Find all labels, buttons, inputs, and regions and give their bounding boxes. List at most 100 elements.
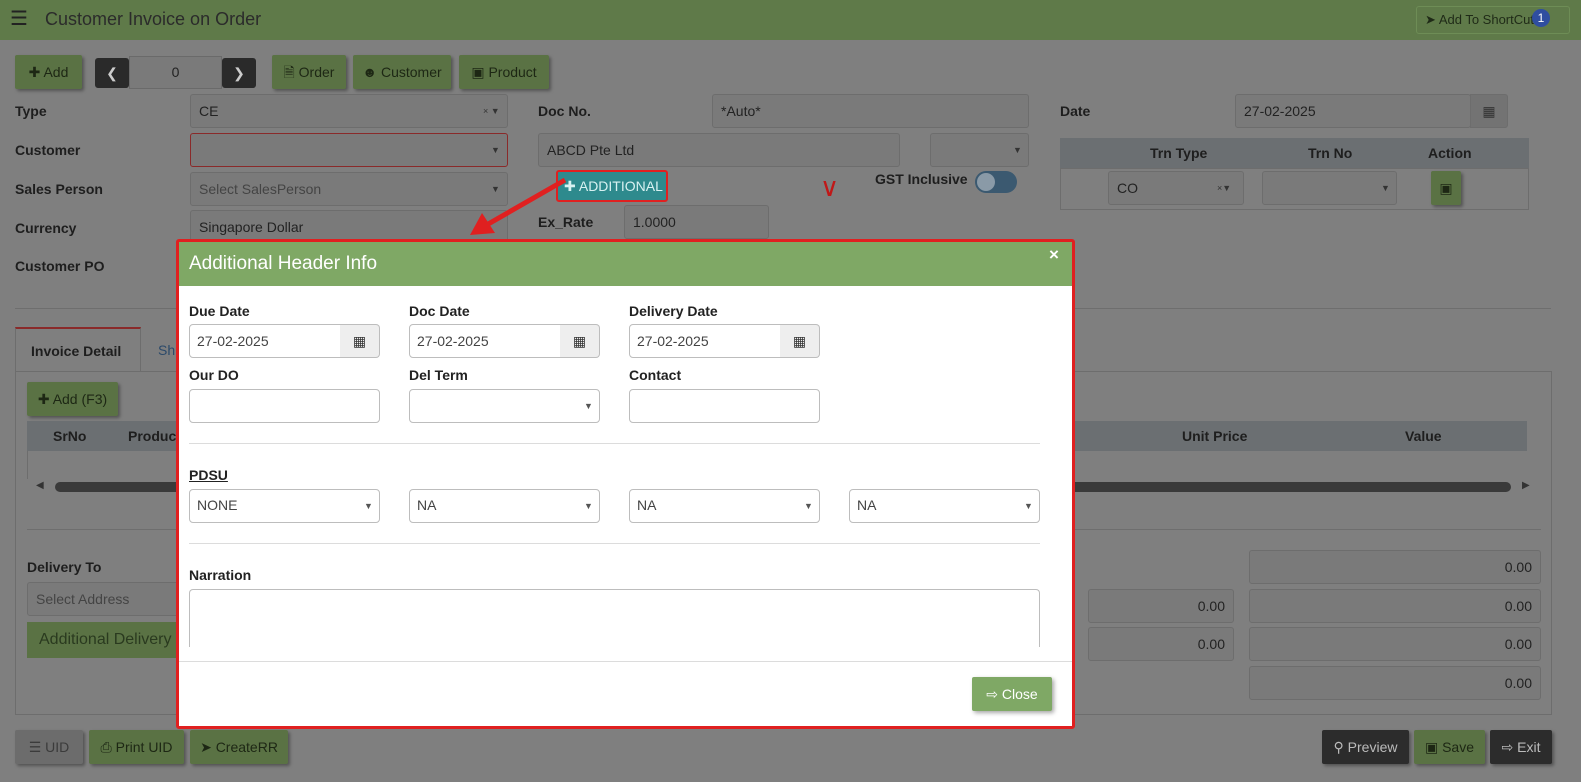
create-rr-button[interactable]: ➤ CreateRR	[190, 730, 288, 764]
add-button[interactable]: ✚ Add	[15, 55, 82, 89]
calendar-icon[interactable]: ▦	[560, 324, 600, 358]
del-term-label: Del Term	[409, 367, 468, 383]
tab-second[interactable]: Sh	[158, 342, 175, 358]
customer-extra-select[interactable]: ▼	[930, 133, 1029, 167]
pdsu-select-2[interactable]: NA ▼	[409, 489, 600, 523]
divider	[189, 443, 1040, 444]
customer-name-input[interactable]: ABCD Pte Ltd	[538, 133, 900, 167]
pdsu-label: PDSU	[189, 467, 228, 483]
product-label: Product	[488, 64, 537, 80]
pdsu-select-1[interactable]: NONE ▼	[189, 489, 380, 523]
col-unit-price: Unit Price	[1182, 428, 1248, 444]
modal-title: Additional Header Info	[189, 253, 378, 274]
trn-no-select[interactable]: ▼	[1262, 171, 1397, 205]
due-date-input[interactable]: 27-02-2025	[189, 324, 341, 358]
date-input[interactable]: 27-02-2025	[1235, 94, 1471, 128]
contact-input[interactable]	[629, 389, 820, 423]
total-field: 0.00	[1249, 666, 1541, 700]
chevron-down-icon: ▼	[584, 501, 593, 511]
order-label: Order	[298, 64, 335, 80]
delivery-date-label: Delivery Date	[629, 303, 718, 319]
calendar-icon[interactable]: ▦	[340, 324, 380, 358]
prev-record-button[interactable]: ❮	[95, 58, 129, 88]
docno-input[interactable]: *Auto*	[712, 94, 1029, 128]
divider	[189, 543, 1040, 544]
sales-person-select[interactable]: Select SalesPerson ▼	[190, 172, 508, 206]
docno-label: Doc No.	[538, 103, 591, 119]
del-term-select[interactable]: ▼	[409, 389, 600, 423]
chevron-right-icon: ❯	[233, 65, 245, 81]
uid-label: UID	[45, 739, 70, 755]
sales-person-placeholder: Select SalesPerson	[199, 181, 322, 197]
additional-header-modal: Additional Header Info × Due Date 27-02-…	[176, 239, 1075, 729]
uid-button[interactable]: ☰ UID	[15, 730, 83, 764]
type-select[interactable]: CE × ▼	[190, 94, 508, 128]
our-do-input[interactable]	[189, 389, 380, 423]
add-f3-label: Add (F3)	[52, 391, 108, 407]
pdsu-value: NA	[417, 497, 437, 513]
shortcut-count-badge: 1	[1532, 9, 1550, 27]
col-value: Value	[1405, 428, 1442, 444]
print-icon: ⎙	[100, 739, 112, 755]
gst-toggle[interactable]	[975, 171, 1017, 193]
doc-date-input[interactable]: 27-02-2025	[409, 324, 561, 358]
col-product: Produc	[128, 428, 177, 444]
calendar-icon[interactable]: ▦	[1470, 94, 1508, 128]
list-icon: ☰	[28, 739, 42, 755]
chevron-down-icon: ▼	[584, 401, 593, 411]
additional-delivery-button[interactable]: Additional Delivery I	[27, 622, 179, 658]
calendar-icon[interactable]: ▦	[780, 324, 820, 358]
total-field: 0.00	[1249, 589, 1541, 623]
trn-type-select[interactable]: CO ×▼	[1108, 171, 1244, 205]
select-address[interactable]: Select Address	[27, 582, 179, 616]
close-icon[interactable]: ×	[1049, 245, 1059, 265]
page-title: Customer Invoice on Order	[45, 9, 262, 29]
chevron-down-icon: ▼	[1024, 501, 1033, 511]
customer-select[interactable]: ▼	[190, 133, 508, 167]
pdsu-value: NA	[857, 497, 877, 513]
our-do-label: Our DO	[189, 367, 239, 383]
next-record-button[interactable]: ❯	[222, 58, 256, 88]
doc-date-label: Doc Date	[409, 303, 470, 319]
narration-label: Narration	[189, 567, 252, 583]
customer-label: Customer	[15, 142, 81, 158]
gift-icon: ▣	[471, 64, 485, 80]
print-uid-button[interactable]: ⎙ Print UID	[89, 730, 184, 764]
add-f3-button[interactable]: ✚ Add (F3)	[27, 382, 118, 416]
chevron-left-icon: ❮	[106, 65, 118, 81]
action-header: Action	[1428, 145, 1472, 161]
close-button[interactable]: ⇨ Close	[972, 677, 1052, 711]
pdsu-select-3[interactable]: NA ▼	[629, 489, 820, 523]
table-border	[27, 451, 28, 479]
print-uid-label: Print UID	[115, 739, 173, 755]
exit-icon: ⇨	[1501, 739, 1514, 755]
exit-button[interactable]: ⇨ Exit	[1490, 730, 1552, 764]
product-button[interactable]: ▣ Product	[459, 55, 549, 89]
hamburger-menu-icon[interactable]: ☰	[10, 9, 30, 30]
send-icon: ➤	[200, 739, 212, 755]
exrate-input[interactable]: 1.0000	[624, 205, 769, 239]
pdsu-value: NONE	[197, 497, 238, 513]
chevron-down-icon: ▼	[491, 145, 500, 155]
tab-invoice-detail[interactable]: Invoice Detail	[15, 327, 141, 371]
total-field: 0.00	[1249, 627, 1541, 661]
search-icon: ⚲	[1333, 739, 1344, 755]
customer-button[interactable]: ☻ Customer	[353, 55, 451, 89]
order-button[interactable]: 🗎 Order	[272, 55, 346, 89]
scroll-left-icon[interactable]: ◀	[36, 480, 44, 491]
col-srno: SrNo	[53, 428, 87, 444]
sales-person-label: Sales Person	[15, 181, 103, 197]
currency-label: Currency	[15, 220, 77, 236]
preview-button[interactable]: ⚲ Preview	[1322, 730, 1409, 764]
save-button[interactable]: ▣ Save	[1414, 730, 1485, 764]
pdsu-select-4[interactable]: NA ▼	[849, 489, 1040, 523]
scroll-right-icon[interactable]: ▶	[1522, 480, 1530, 491]
narration-textarea[interactable]	[189, 589, 1040, 647]
delivery-date-input[interactable]: 27-02-2025	[629, 324, 781, 358]
save-label: Save	[1442, 739, 1475, 755]
save-row-button[interactable]: ▣	[1431, 171, 1461, 205]
due-date-label: Due Date	[189, 303, 250, 319]
floppy-icon: ▣	[1439, 180, 1453, 196]
record-number-input[interactable]: 0	[129, 56, 222, 89]
plus-icon: ✚	[37, 391, 50, 407]
